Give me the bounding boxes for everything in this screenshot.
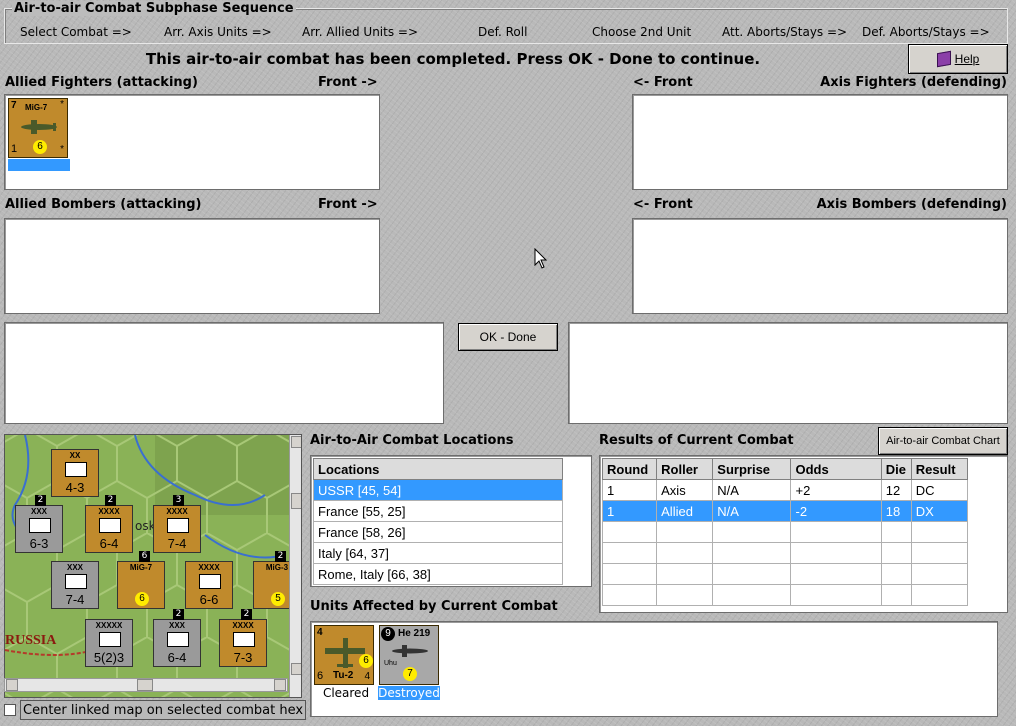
attacker-info-panel [4, 322, 444, 424]
allied-fighters-front: Front -> [318, 75, 378, 90]
scroll-left-arrow-icon[interactable] [6, 679, 18, 691]
affected-unit-he219[interactable]: 9 He 219 Uhu 7 [379, 625, 439, 685]
scroll-right-arrow-icon[interactable] [274, 679, 286, 691]
allied-fighter-counter[interactable]: 7 MiG-7 * 1 6 * [8, 98, 68, 158]
scroll-down-arrow-icon[interactable] [291, 663, 301, 675]
scroll-thumb[interactable] [291, 493, 301, 509]
col-odds: Odds [790, 458, 882, 480]
stack-badge: 3 [173, 495, 184, 506]
help-button[interactable]: Help [908, 44, 1008, 74]
stack-badge: 2 [275, 551, 286, 562]
table-row-empty [601, 563, 969, 585]
location-row[interactable]: France [58, 26] [313, 521, 563, 543]
results-panel: Round Roller Surprise Odds Die Result 1 … [599, 455, 1008, 613]
allied-bombers-label: Allied Bombers (attacking) [5, 197, 202, 212]
allied-bombers-panel[interactable] [4, 218, 380, 314]
center-map-checkbox[interactable] [4, 704, 16, 716]
stack-badge: 2 [35, 495, 46, 506]
step-arr-axis: Arr. Axis Units => [164, 25, 272, 39]
step-def-aborts: Def. Aborts/Stays => [862, 25, 990, 39]
fighter-plane-icon [392, 645, 428, 657]
col-roller: Roller [656, 458, 714, 480]
step-select-combat: Select Combat => [20, 25, 132, 39]
map-horizontal-scrollbar[interactable] [4, 678, 288, 692]
stack-badge: 2 [105, 495, 116, 506]
stack-badge: 6 [139, 551, 150, 562]
plane-icon [21, 120, 57, 134]
step-def-roll: Def. Roll [478, 25, 528, 39]
location-row[interactable]: USSR [45, 54] [313, 479, 563, 501]
table-row[interactable]: 1 Axis N/A +2 12 DC [601, 479, 969, 501]
map-counter-mig7[interactable]: MiG-7 6 [117, 561, 165, 609]
axis-fighters-panel[interactable] [632, 94, 1008, 190]
affected-units-panel: 4 6 Tu-2 4 6 Cleared 9 He 219 Uhu 7 Dest… [310, 621, 998, 717]
axis-fighters-label: Axis Fighters (defending) [820, 75, 1007, 90]
scroll-up-arrow-icon[interactable] [291, 436, 301, 448]
help-book-icon [936, 50, 951, 68]
stack-badge: 2 [241, 609, 252, 620]
location-row[interactable]: Italy [64, 37] [313, 542, 563, 564]
table-row-empty [601, 542, 969, 564]
map-counter-rifle[interactable]: XX 4-3 [51, 449, 99, 497]
table-row-empty [601, 521, 969, 543]
map-counter-1st-inf[interactable]: XXXX 6-6 [185, 561, 233, 609]
locations-table[interactable]: Locations USSR [45, 54] France [55, 25] … [313, 458, 563, 585]
allied-fighters-label: Allied Fighters (attacking) [5, 75, 198, 90]
allied-fighter-selection [8, 159, 70, 171]
status-badge-cleared: Cleared [322, 686, 370, 700]
h-scroll-thumb[interactable] [137, 679, 153, 691]
map-vertical-scrollbar[interactable] [289, 435, 301, 697]
map-counter-3rd-inf[interactable]: XXXX 6-4 [85, 505, 133, 553]
step-arr-allied: Arr. Allied Units => [302, 25, 419, 39]
ok-done-button[interactable]: OK - Done [458, 323, 558, 351]
results-table: Round Roller Surprise Odds Die Result 1 … [601, 458, 969, 606]
col-result: Result [910, 458, 969, 480]
col-die: Die [880, 458, 912, 480]
map-counter-inf-b[interactable]: XXXX 7-3 [219, 619, 267, 667]
axis-bombers-label: Axis Bombers (defending) [816, 197, 1007, 212]
allied-bombers-front: Front -> [318, 197, 378, 212]
map-counter-xxx-grey[interactable]: XXX 7-4 [51, 561, 99, 609]
map-counter-xxxxx[interactable]: XXXXX 5(2)3 [85, 619, 133, 667]
map-counter-inf-a[interactable]: XXXX 7-4 [153, 505, 201, 553]
axis-bombers-panel[interactable] [632, 218, 1008, 314]
results-title: Results of Current Combat [599, 433, 794, 448]
axis-bombers-front: <- Front [633, 197, 693, 212]
step-att-aborts: Att. Aborts/Stays => [722, 25, 848, 39]
affected-unit-tu2[interactable]: 4 6 Tu-2 4 6 [314, 625, 374, 685]
defender-info-panel [568, 322, 1008, 424]
map-region-label: RUSSIA [5, 633, 57, 648]
locations-title: Air-to-Air Combat Locations [310, 433, 514, 448]
sequence-title: Air-to-air Combat Subphase Sequence [12, 1, 296, 16]
center-map-label[interactable]: Center linked map on selected combat hex [20, 700, 306, 720]
map-counter-xxxiii[interactable]: XXX 6-4 [153, 619, 201, 667]
axis-fighters-front: <- Front [633, 75, 693, 90]
step-choose-2nd: Choose 2nd Unit [592, 25, 692, 39]
table-row-empty [601, 584, 969, 606]
combat-map[interactable]: RUSSIA osk XX 4-3 XXX 6-3 XXXX 6-4 XXXX … [4, 434, 302, 698]
air-combat-chart-button[interactable]: Air-to-air Combat Chart [878, 427, 1008, 455]
stack-badge: 2 [173, 609, 184, 620]
affected-title: Units Affected by Current Combat [310, 599, 558, 614]
status-badge-destroyed: Destroyed [378, 686, 440, 700]
location-row[interactable]: France [55, 25] [313, 500, 563, 522]
locations-list-panel[interactable]: Locations USSR [45, 54] France [55, 25] … [310, 455, 592, 587]
col-round: Round [601, 458, 658, 480]
locations-header: Locations [313, 458, 563, 480]
allied-fighters-panel[interactable]: 7 MiG-7 * 1 6 * [4, 94, 380, 190]
map-counter-xlv[interactable]: XXX 6-3 [15, 505, 63, 553]
mouse-cursor-icon [534, 248, 548, 269]
status-message: This air-to-air combat has been complete… [145, 50, 761, 68]
location-row[interactable]: Rome, Italy [66, 38] [313, 563, 563, 585]
col-surprise: Surprise [712, 458, 792, 480]
table-row[interactable]: 1 Allied N/A -2 18 DX [601, 500, 969, 522]
